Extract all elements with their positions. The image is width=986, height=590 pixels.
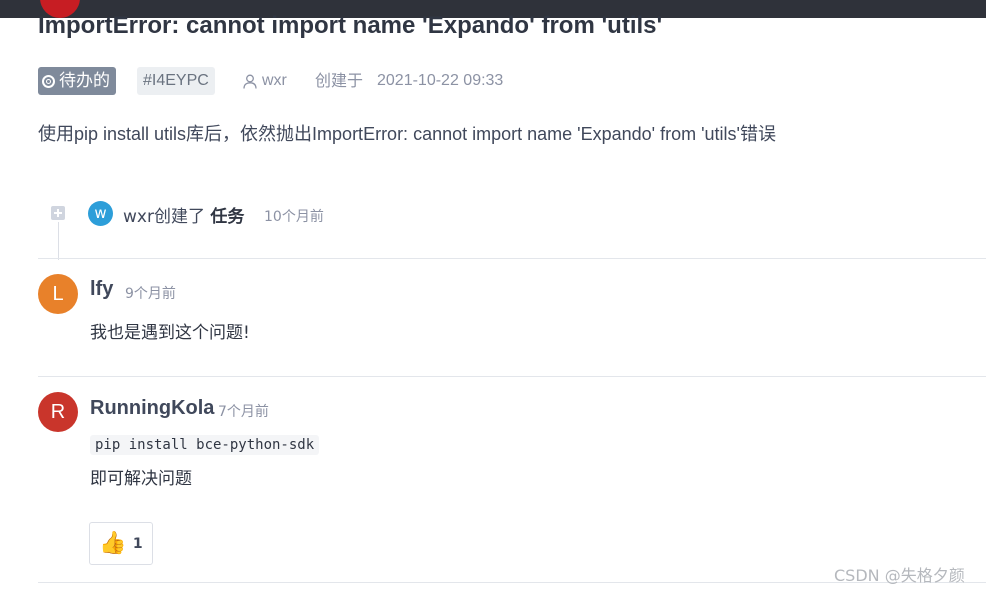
expand-icon[interactable] [51, 206, 65, 220]
created-time: 2021-10-22 09:33 [377, 72, 504, 89]
status-badge[interactable]: 待办的 [38, 67, 116, 95]
divider [38, 258, 986, 259]
event-time: 10个月前 [264, 209, 324, 225]
event-prefix: wxr创建了 [123, 207, 205, 227]
code-snippet: pip install bce-python-sdk [90, 435, 320, 455]
avatar[interactable]: L [38, 274, 78, 314]
status-label: 待办的 [59, 71, 110, 91]
comment-author[interactable]: lfy [90, 278, 113, 301]
comment-author[interactable]: RunningKola [90, 397, 214, 420]
comment-body: 即可解决问题 [90, 469, 192, 489]
event-object: 任务 [210, 207, 245, 227]
user-icon [243, 74, 257, 89]
author-name: wxr [262, 72, 287, 89]
divider [38, 376, 986, 377]
thumbs-up-reaction-button[interactable]: 👍 1 [89, 522, 153, 565]
avatar[interactable]: R [38, 392, 78, 432]
timeline-line [58, 222, 59, 260]
issue-author[interactable]: wxr [243, 67, 287, 95]
timeline-event-text: wxr创建了 任务 [123, 202, 244, 227]
created-label: 创建于 [315, 71, 364, 90]
comment-time: 9个月前 [125, 286, 176, 302]
thumbs-up-icon: 👍 [99, 531, 127, 556]
issue-meta: 待办的 #I4EYPC wxr 创建于 2021-10-22 09:33 [38, 67, 638, 96]
comment-body: 我也是遇到这个问题! [90, 323, 250, 343]
comment-time: 7个月前 [218, 404, 269, 420]
issue-id-badge[interactable]: #I4EYPC [137, 67, 215, 95]
reaction-count: 1 [132, 535, 143, 552]
issue-description: 使用pip install utils库后，依然抛出ImportError: c… [38, 124, 776, 144]
issue-title: ImportError: cannot import name 'Expando… [38, 12, 663, 39]
status-circle-icon [42, 74, 55, 88]
avatar[interactable]: w [88, 201, 113, 226]
watermark: CSDN @失格夕颜 [834, 566, 965, 585]
